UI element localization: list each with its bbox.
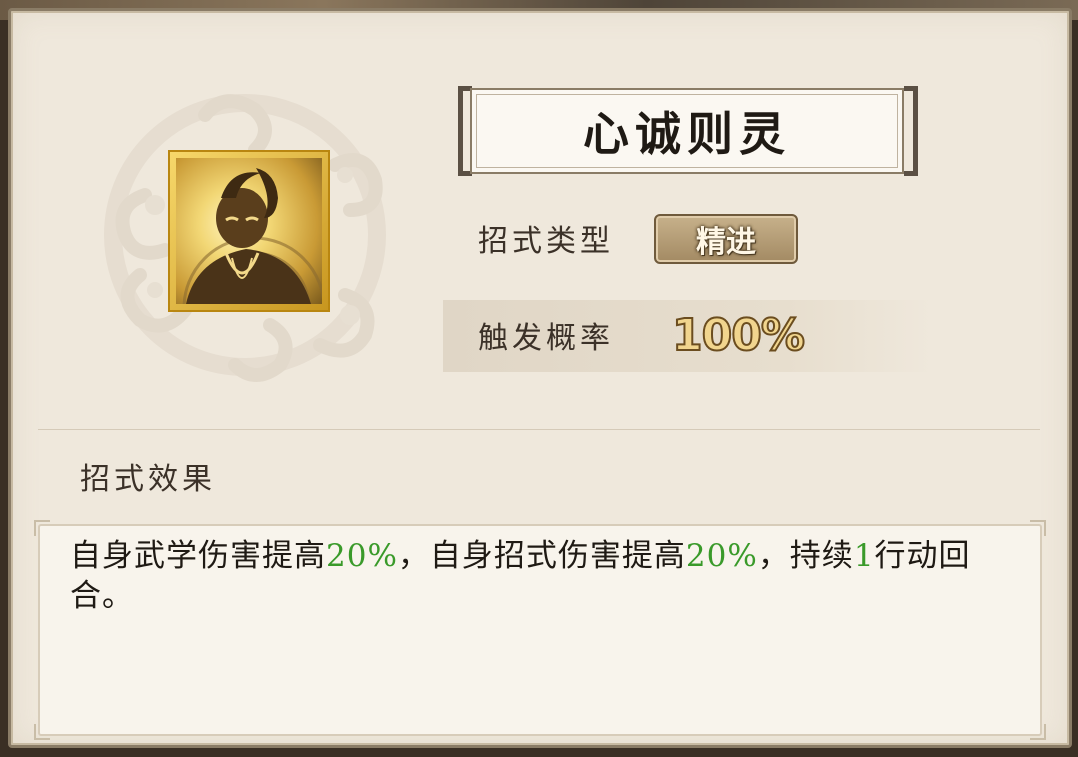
effect-segment: ，自身招式伤害提高: [397, 538, 686, 574]
corner-ornament: [34, 520, 50, 536]
corner-ornament: [34, 724, 50, 740]
skill-effect-title: 招式效果: [80, 462, 216, 497]
skill-portrait: [170, 152, 328, 310]
title-bracket-right: [904, 86, 918, 176]
trigger-probability-label: 触发概率: [478, 321, 614, 356]
skill-type-label: 招式类型: [478, 224, 614, 259]
effect-segment: ，持续: [757, 538, 854, 574]
skill-type-value: 精进: [696, 225, 756, 260]
skill-type-badge: 精进: [654, 214, 798, 264]
skill-title-plate: 心诚则灵: [470, 88, 904, 174]
effect-segment: 自身武学伤害提高: [70, 538, 326, 574]
skill-effect-text: 自身武学伤害提高20%，自身招式伤害提高20%，持续1行动回合。: [70, 536, 1020, 616]
section-divider: [38, 429, 1040, 430]
effect-segment-highlight: 1: [853, 538, 875, 574]
effect-segment-highlight: 20%: [326, 538, 398, 574]
corner-ornament: [1030, 724, 1046, 740]
corner-ornament: [1030, 520, 1046, 536]
skill-title: 心诚则灵: [583, 107, 791, 161]
effect-segment-highlight: 20%: [685, 538, 758, 574]
portrait-image: [176, 158, 322, 304]
skill-effect-box: 自身武学伤害提高20%，自身招式伤害提高20%，持续1行动回合。: [34, 520, 1046, 740]
monk-portrait-icon: [182, 168, 322, 304]
trigger-probability-value: 100%: [671, 309, 806, 362]
